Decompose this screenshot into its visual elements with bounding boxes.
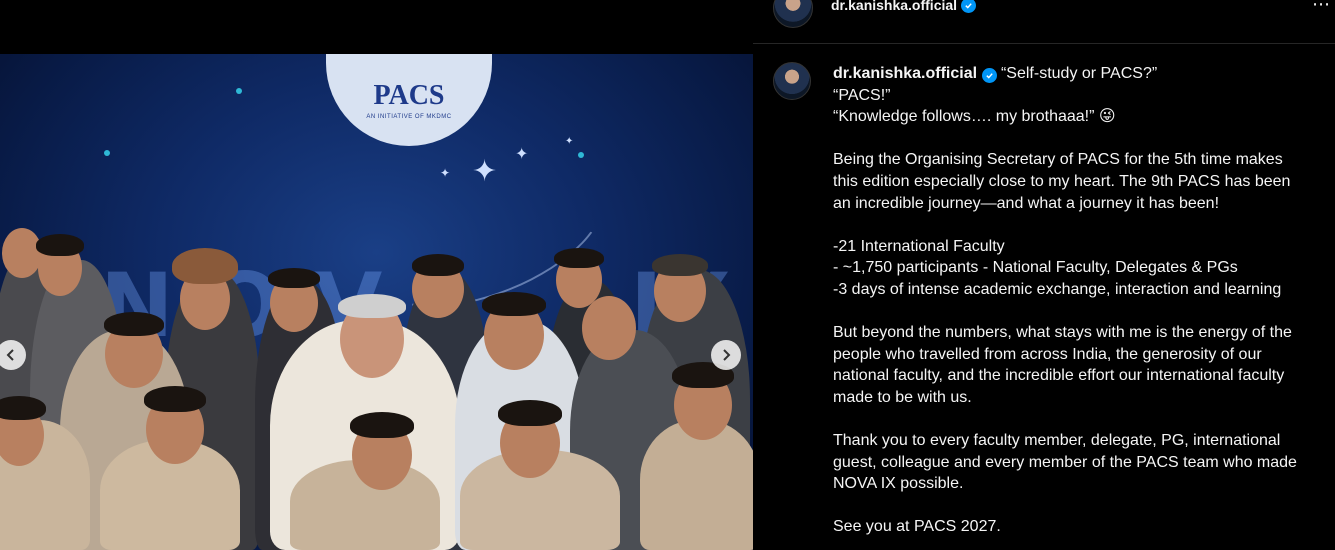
- caption-line: dr.kanishka.official “Self-study or PACS…: [833, 63, 1323, 85]
- caption-line: Being the Organising Secretary of PACS f…: [833, 151, 1283, 169]
- logo-text: PACS: [373, 80, 445, 111]
- caption-line: “Knowledge follows…. my brothaaa!” 😜: [833, 108, 1116, 126]
- post-caption: dr.kanishka.official “Self-study or PACS…: [833, 63, 1323, 538]
- caption-line: See you at PACS 2027.: [833, 518, 1001, 536]
- post-media-carousel[interactable]: PACS AN INITIATIVE OF MKDMC ✦ ✦ ✦ ✦ NOVA…: [0, 0, 753, 550]
- chevron-right-icon: [723, 349, 731, 361]
- caption-line: NOVA IX possible.: [833, 475, 964, 493]
- caption-line: -21 International Faculty: [833, 237, 1005, 255]
- author-username[interactable]: dr.kanishka.official: [831, 0, 957, 13]
- post-sidebar: dr.kanishka.official ⋯ dr.kanishka.offic…: [753, 0, 1335, 550]
- dot-decoration: [236, 88, 242, 94]
- caption-line: an incredible journey—and what a journey…: [833, 194, 1220, 212]
- verified-badge-icon: [961, 0, 977, 13]
- star-decoration: ✦: [565, 136, 574, 147]
- dot-decoration: [578, 152, 584, 158]
- caption-line: made to be with us.: [833, 388, 972, 406]
- caption-line: “PACS!”: [833, 86, 891, 104]
- group-photo-people: [0, 220, 753, 550]
- caption-line: this edition especially close to my hear…: [833, 172, 1291, 190]
- post-header: dr.kanishka.official ⋯: [753, 0, 1335, 44]
- caption-line: people who travelled from across India, …: [833, 345, 1262, 363]
- caption-line: But beyond the numbers, what stays with …: [833, 324, 1292, 342]
- caption-text: “Self-study or PACS?”: [1000, 65, 1158, 82]
- logo-subtext: AN INITIATIVE OF MKDMC: [366, 114, 452, 120]
- pacs-logo: PACS AN INITIATIVE OF MKDMC: [326, 54, 492, 146]
- star-decoration: ✦: [515, 146, 529, 163]
- author-avatar[interactable]: [773, 0, 813, 28]
- caption-line: Thank you to every faculty member, deleg…: [833, 432, 1281, 450]
- caption-line: - ~1,750 participants - National Faculty…: [833, 259, 1238, 277]
- carousel-next-button[interactable]: [711, 340, 741, 370]
- more-options-icon[interactable]: ⋯: [1312, 0, 1331, 15]
- star-decoration: ✦: [440, 166, 451, 180]
- caption-line: guest, colleague and every member of the…: [833, 453, 1297, 471]
- caption-line: national faculty, and the incredible eff…: [833, 367, 1285, 385]
- verified-badge-icon: [981, 68, 997, 83]
- chevron-left-icon: [6, 349, 14, 361]
- caption-username[interactable]: dr.kanishka.official: [833, 65, 977, 82]
- caption-author-avatar[interactable]: [773, 62, 811, 100]
- dot-decoration: [104, 150, 110, 156]
- post-photo: PACS AN INITIATIVE OF MKDMC ✦ ✦ ✦ ✦ NOVA…: [0, 54, 753, 550]
- caption-line: -3 days of intense academic exchange, in…: [833, 280, 1282, 298]
- author-name-header[interactable]: dr.kanishka.official: [831, 0, 977, 13]
